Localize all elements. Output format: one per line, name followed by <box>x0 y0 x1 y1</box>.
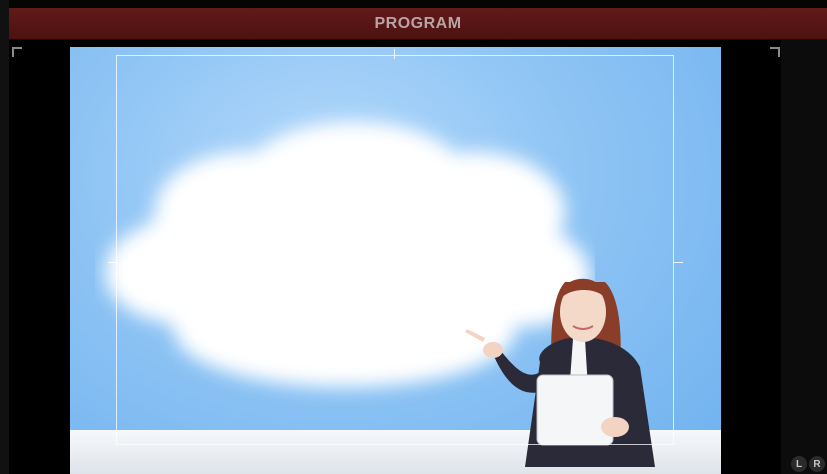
program-title: PROGRAM <box>374 14 462 32</box>
presenter-figure <box>465 278 655 467</box>
audio-left-channel-button[interactable]: L <box>791 456 807 472</box>
right-center-tick <box>673 262 683 263</box>
corner-marker-top-right <box>770 47 780 57</box>
left-border <box>0 0 9 474</box>
corner-marker-top-left <box>12 47 22 57</box>
audio-meter-panel <box>781 40 827 474</box>
program-header: PROGRAM <box>9 8 827 40</box>
top-center-tick <box>394 49 395 59</box>
program-video-frame[interactable] <box>70 47 721 474</box>
left-center-tick <box>108 262 118 263</box>
audio-right-channel-button[interactable]: R <box>809 456 825 472</box>
top-border <box>0 0 827 8</box>
